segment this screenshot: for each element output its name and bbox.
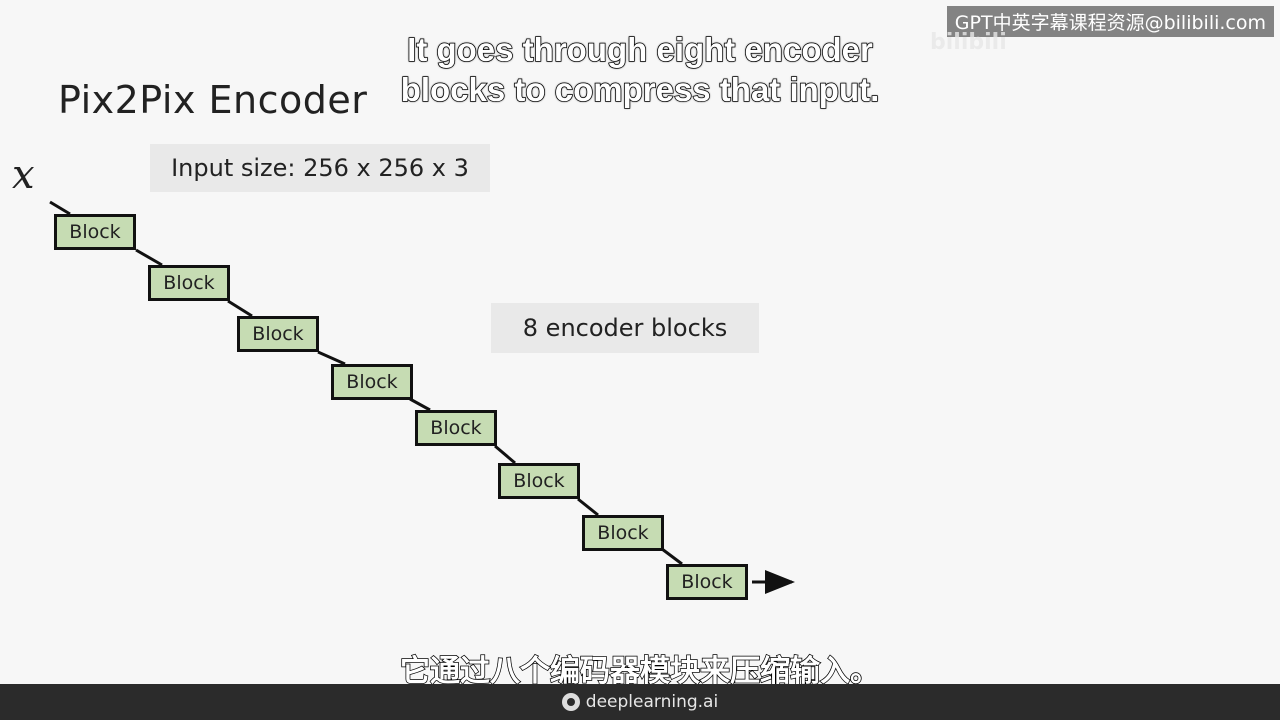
connector-6-7	[577, 497, 599, 517]
encoder-block-5: Block	[415, 410, 497, 446]
bilibili-logo: bilibili	[930, 30, 1007, 55]
connector-7-8	[661, 547, 683, 566]
encoder-block-4: Block	[331, 364, 413, 400]
connector-1-2	[135, 248, 163, 267]
encoder-block-2: Block	[148, 265, 230, 301]
encoder-block-8: Block	[666, 564, 748, 600]
footer-bar: deeplearning.ai	[0, 684, 1280, 720]
encoder-block-1: Block	[54, 214, 136, 250]
connector-5-6	[494, 444, 516, 465]
footer-brand: deeplearning.ai	[585, 692, 719, 712]
connector-2-3	[227, 299, 253, 318]
connector-4-5	[409, 397, 431, 412]
deeplearning-logo-icon	[561, 693, 580, 711]
encoder-block-6: Block	[498, 463, 580, 499]
encoder-block-3: Block	[237, 316, 319, 352]
input-connector	[49, 200, 71, 216]
encoder-block-7: Block	[582, 515, 664, 551]
connector-3-4	[317, 350, 346, 366]
english-subtitle: It goes through eight encoder blocks to …	[400, 30, 880, 109]
